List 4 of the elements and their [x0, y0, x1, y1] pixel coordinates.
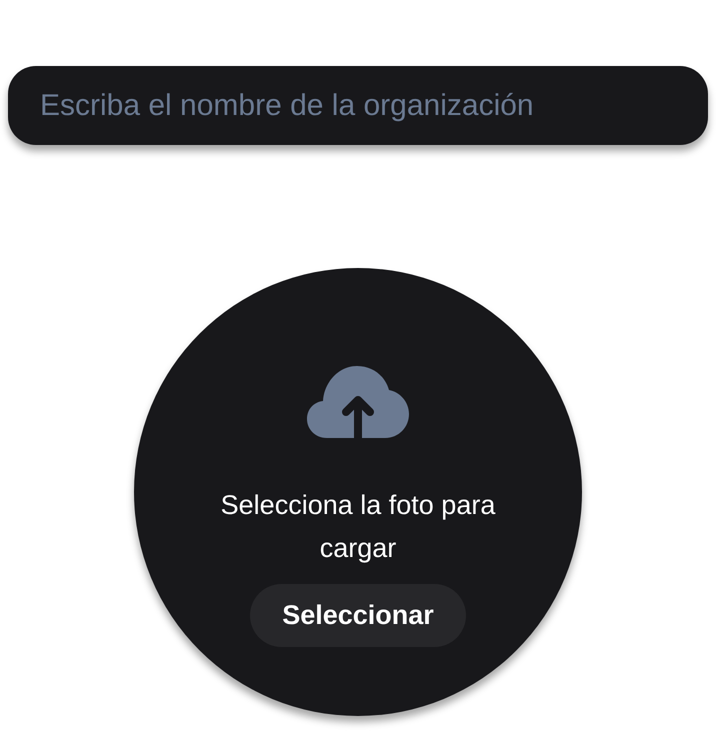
cloud-upload-icon: [307, 366, 409, 438]
upload-prompt: Selecciona la foto para cargar: [220, 489, 496, 565]
organization-name-field[interactable]: Escriba el nombre de la organización: [8, 66, 708, 145]
select-button[interactable]: Seleccionar: [250, 584, 466, 647]
